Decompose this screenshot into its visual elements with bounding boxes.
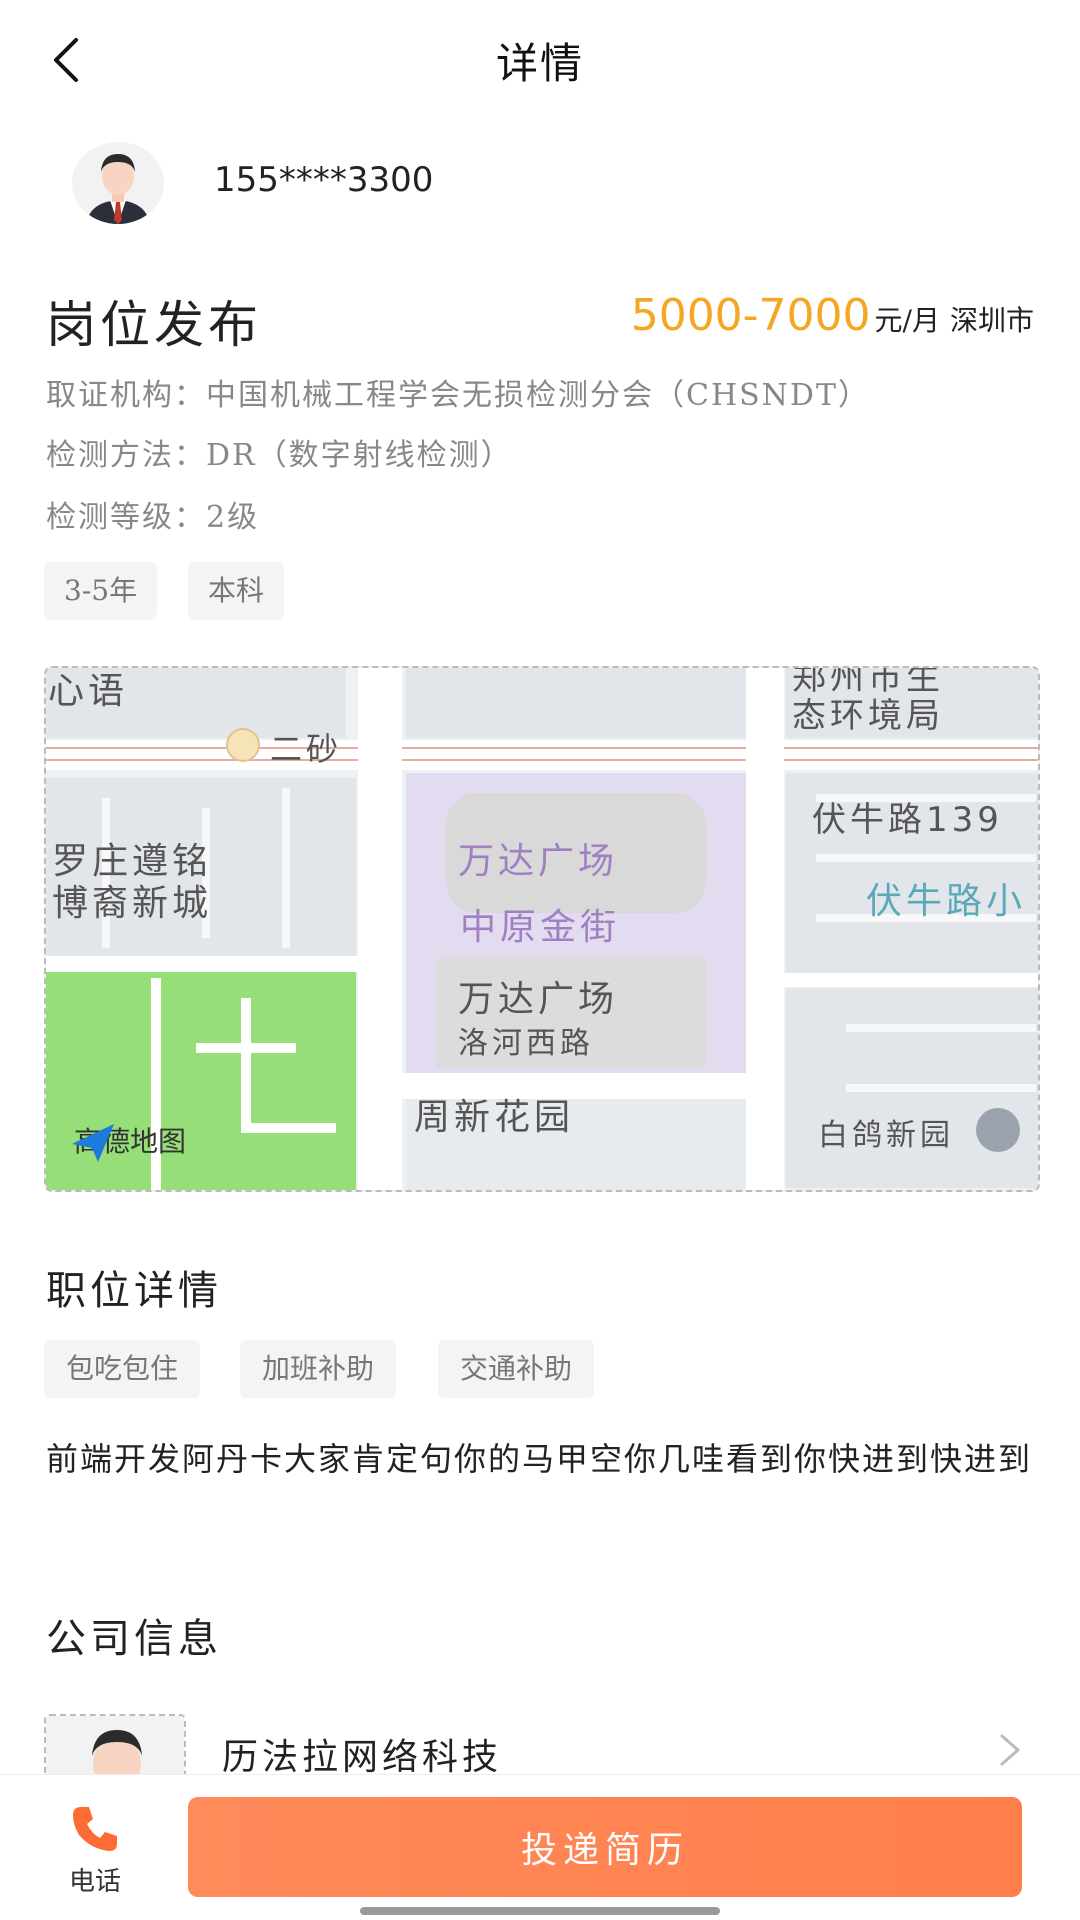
company-info-title: 公司信息 <box>46 1616 222 1662</box>
salary-range: 5000-7000 <box>630 290 871 341</box>
map-label: 中原金街 <box>460 907 621 948</box>
info-method: 检测方法：DR（数字射线检测） <box>46 438 513 473</box>
map-label: 心语 <box>48 671 129 712</box>
salary-unit: 元/月 <box>874 304 940 337</box>
header: 详情 <box>0 0 1080 120</box>
map-label: 二砂 <box>270 730 343 768</box>
publisher-row: 155****3300 <box>0 140 1080 240</box>
subway-icon <box>226 728 260 762</box>
map-label: 伏牛路小 <box>866 881 1027 922</box>
publisher-phone: 155****3300 <box>214 160 434 200</box>
tag-education: 本科 <box>188 562 285 620</box>
home-indicator <box>360 1907 720 1915</box>
map-poi-icon <box>976 1108 1020 1152</box>
map-label: 白鸽新园 <box>818 1118 954 1153</box>
info-level: 检测等级：2级 <box>46 500 260 535</box>
page-title: 详情 <box>495 39 584 88</box>
map-label: 万达广场 <box>458 979 619 1020</box>
avatar <box>72 142 164 224</box>
call-label: 电话 <box>68 1867 121 1897</box>
job-title: 岗位发布 <box>46 296 262 354</box>
job-description: 前端开发阿丹卡大家肯定句你的马甲空你几哇看到你快进到快进到 <box>46 1440 1033 1478</box>
position-details-title: 职位详情 <box>46 1268 222 1314</box>
tag-benefit: 交通补助 <box>438 1340 595 1398</box>
tag-benefit: 包吃包住 <box>44 1340 201 1398</box>
map-logo: 高德地图 <box>68 1120 186 1162</box>
map-label: 洛河西路 <box>458 1026 594 1061</box>
job-city: 深圳市 <box>949 304 1034 337</box>
call-button[interactable]: 电话 <box>50 1803 140 1903</box>
phone-icon <box>73 1807 117 1851</box>
company-name: 历法拉网络科技 <box>222 1737 503 1778</box>
map-label: 态环境局 <box>792 696 944 736</box>
navigation-arrow-icon <box>72 1124 114 1162</box>
info-certification: 取证机构：中国机械工程学会无损检测分会（CHSNDT） <box>46 378 870 413</box>
user-avatar-icon <box>72 142 164 224</box>
map-label: 伏牛路139 <box>812 800 1003 840</box>
map-label: 周新花园 <box>414 1097 575 1138</box>
salary-info: 5000-7000 元/月 深圳市 <box>631 290 1034 341</box>
submit-resume-button[interactable]: 投递简历 <box>188 1797 1022 1897</box>
location-map[interactable]: 心语 二砂 郑州市生 态环境局 伏牛路139 罗庄遵铭 博裔新城 万达广场 伏牛… <box>44 666 1040 1192</box>
tag-benefit: 加班补助 <box>240 1340 397 1398</box>
map-label: 万达广场 <box>458 841 619 882</box>
chevron-right-icon <box>1000 1734 1020 1766</box>
tag-experience: 3-5年 <box>44 562 158 620</box>
bottom-action-bar: 电话 投递简历 <box>0 1774 1080 1920</box>
map-label: 博裔新城 <box>52 883 213 924</box>
